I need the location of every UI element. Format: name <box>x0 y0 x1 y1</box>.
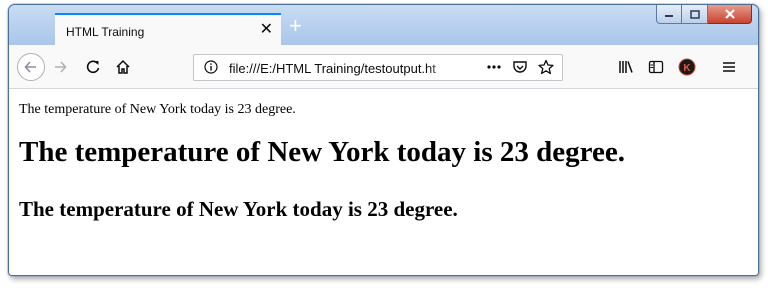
minimize-button[interactable] <box>656 5 682 24</box>
profile-initial: K <box>683 63 691 74</box>
library-button[interactable] <box>616 57 636 77</box>
tab-close-icon[interactable]: ✕ <box>260 20 273 40</box>
reload-icon <box>86 60 100 74</box>
maximize-icon <box>689 9 700 19</box>
bookmark-star-icon[interactable] <box>538 59 554 80</box>
library-icon <box>619 61 633 73</box>
address-bar[interactable]: file:///E:/HTML Training/testoutput.ht <box>193 54 563 81</box>
forward-button[interactable] <box>51 58 69 76</box>
pocket-icon[interactable] <box>512 59 528 80</box>
new-tab-button[interactable]: + <box>289 15 302 37</box>
back-button[interactable] <box>17 53 45 81</box>
title-bar: HTML Training ✕ + <box>9 5 758 45</box>
back-arrow-icon <box>24 61 36 73</box>
close-icon <box>724 9 735 19</box>
close-window-button[interactable] <box>708 5 752 24</box>
forward-arrow-icon <box>55 61 67 73</box>
heading-2: The temperature of New York today is 23 … <box>19 197 458 221</box>
site-info-icon[interactable] <box>204 60 218 79</box>
sidebar-icon <box>648 60 664 74</box>
navigation-toolbar: file:///E:/HTML Training/testoutput.ht K <box>9 45 758 89</box>
maximize-button[interactable] <box>682 5 708 24</box>
tab-title: HTML Training <box>66 25 145 39</box>
browser-window: HTML Training ✕ + file:///E:/HTML Traini… <box>8 4 759 276</box>
minimize-icon <box>665 15 673 17</box>
sidebar-button[interactable] <box>646 57 666 77</box>
home-icon <box>116 59 130 74</box>
menu-button[interactable] <box>719 57 739 77</box>
profile-avatar-icon: K <box>678 58 696 76</box>
page-actions-icon[interactable] <box>486 59 502 80</box>
page-content: The temperature of New York today is 23 … <box>9 89 758 275</box>
window-controls <box>656 5 752 25</box>
url-actions <box>486 59 554 80</box>
home-button[interactable] <box>113 57 133 77</box>
url-text[interactable]: file:///E:/HTML Training/testoutput.ht <box>229 61 461 76</box>
hamburger-menu-icon <box>723 62 735 72</box>
profile-button[interactable]: K <box>677 57 697 77</box>
tab-html-training[interactable]: HTML Training ✕ <box>55 13 281 45</box>
reload-button[interactable] <box>83 57 103 77</box>
heading-1: The temperature of New York today is 23 … <box>19 136 625 168</box>
paragraph-text: The temperature of New York today is 23 … <box>19 102 296 117</box>
